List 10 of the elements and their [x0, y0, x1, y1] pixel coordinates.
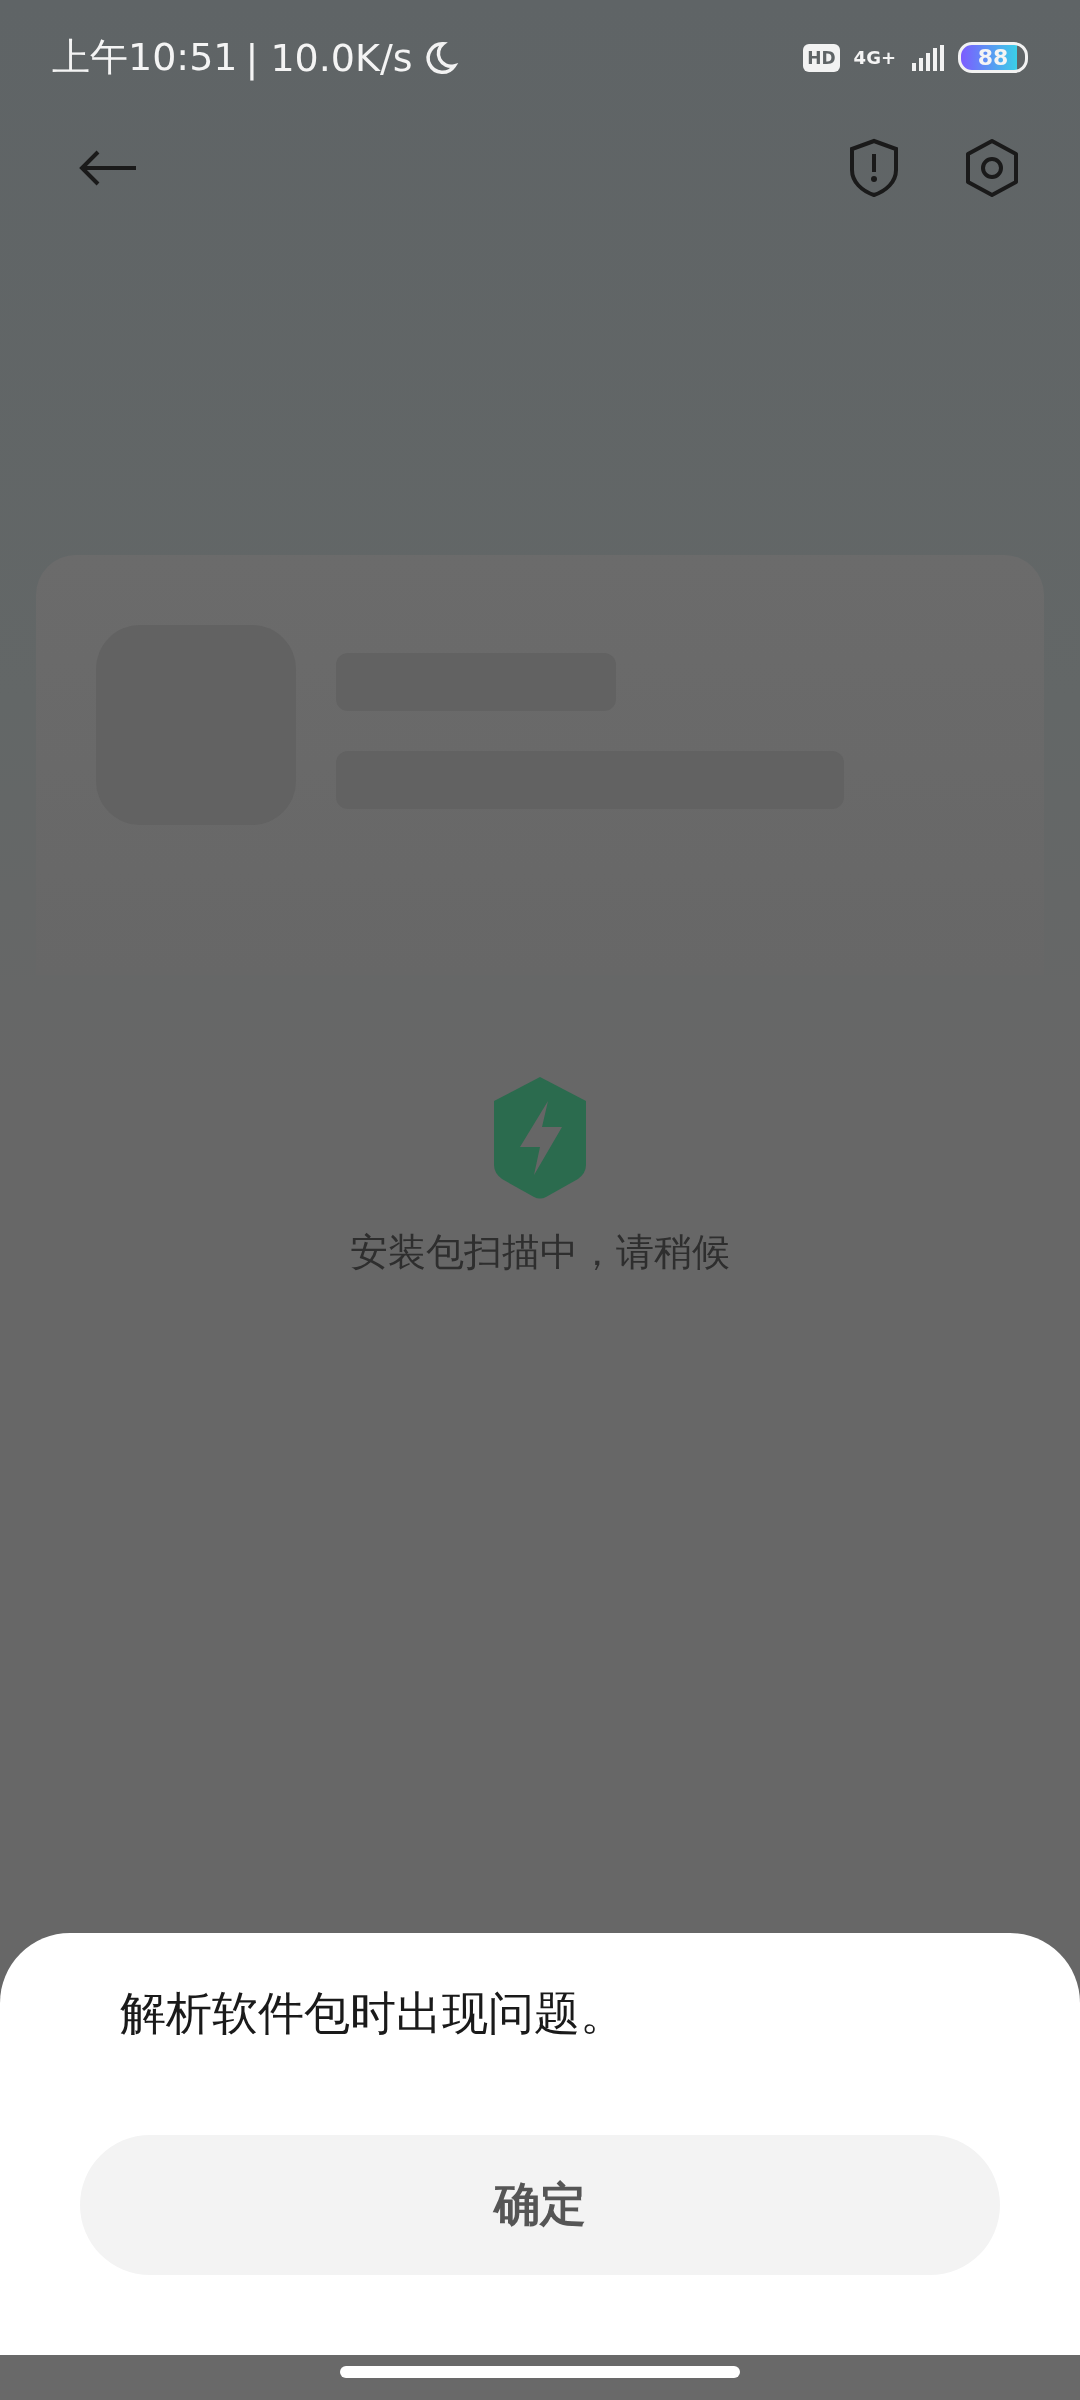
settings-icon[interactable] — [964, 137, 1020, 198]
shield-alert-icon[interactable] — [848, 137, 900, 198]
network-type: 4G+ — [853, 47, 896, 68]
battery-indicator: 88 — [958, 42, 1028, 73]
confirm-button[interactable]: 确定 — [80, 2135, 1000, 2275]
status-time: 上午10:51 — [52, 34, 238, 81]
scan-status-text: 安装包扫描中，请稍候 — [350, 1229, 730, 1276]
network-speed: | 10.0K/s — [245, 35, 413, 80]
hd-badge: HD — [803, 43, 840, 72]
dialog-message: 解析软件包时出现问题。 — [120, 1985, 627, 2042]
